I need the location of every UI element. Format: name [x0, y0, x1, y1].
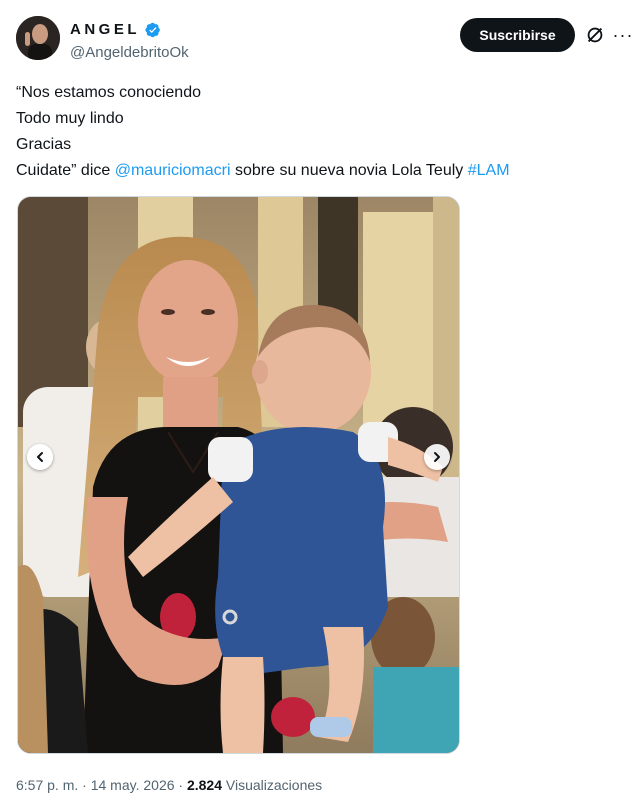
- grok-slash-circle-icon[interactable]: [584, 24, 606, 46]
- more-dots-icon[interactable]: ···: [612, 24, 634, 46]
- views-label: Visualizaciones: [222, 777, 323, 793]
- tweet-date[interactable]: 14 may. 2026: [91, 777, 175, 793]
- tweet-line-4-prefix: Cuidate” dice: [16, 162, 115, 179]
- carousel-prev-button[interactable]: [27, 444, 53, 470]
- tweet-text: “Nos estamos conociendo Todo muy lindo G…: [16, 80, 510, 184]
- carousel-next-button[interactable]: [424, 444, 450, 470]
- tweet-time[interactable]: 6:57 p. m.: [16, 777, 78, 793]
- author-handle[interactable]: @AngeldebritoOk: [70, 44, 189, 61]
- avatar-image: [16, 16, 60, 60]
- meta-separator: ·: [174, 777, 187, 793]
- tweet-line-3: Gracias: [16, 136, 72, 153]
- mention-link[interactable]: @mauriciomacri: [115, 162, 231, 179]
- tweet-line-2: Todo muy lindo: [16, 110, 124, 127]
- author-avatar[interactable]: [16, 16, 60, 60]
- photo-illustration: [18, 197, 459, 753]
- tweet-meta: 6:57 p. m. · 14 may. 2026 · 2.824 Visual…: [16, 777, 322, 793]
- subscribe-button[interactable]: Suscribirse: [460, 18, 575, 52]
- author-name-row[interactable]: ANGEL: [70, 21, 161, 38]
- tweet-line-1: “Nos estamos conociendo: [16, 84, 201, 101]
- hashtag-link[interactable]: #LAM: [468, 162, 510, 179]
- chevron-left-icon: [37, 452, 43, 462]
- views-count: 2.824: [186, 777, 223, 793]
- tweet-line-4: Cuidate” dice @mauriciomacri sobre su nu…: [16, 158, 510, 184]
- author-name[interactable]: ANGEL: [70, 21, 140, 38]
- tweet-photo[interactable]: [17, 196, 460, 754]
- verified-badge-icon: [145, 22, 160, 37]
- tweet-line-4-middle: sobre su nueva novia Lola Teuly: [230, 162, 468, 179]
- meta-separator: ·: [78, 777, 91, 793]
- chevron-right-icon: [434, 452, 440, 462]
